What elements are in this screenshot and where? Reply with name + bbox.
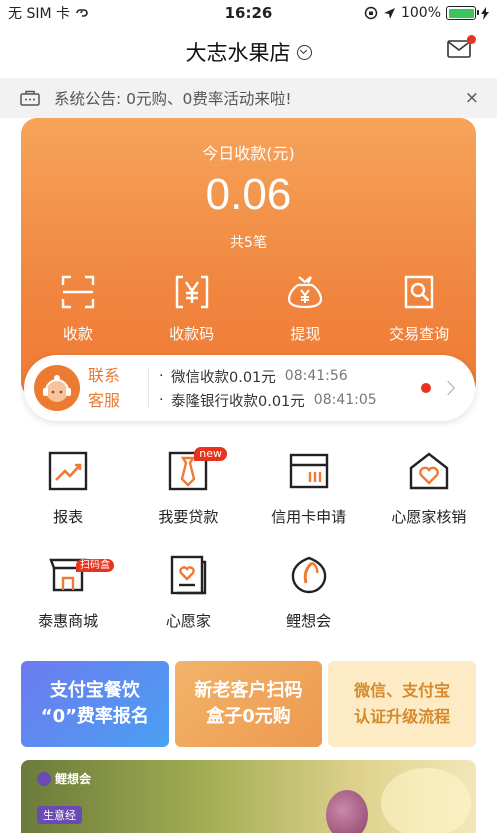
- banner-scan-box[interactable]: 新老客户扫码 盒子0元购: [174, 661, 323, 747]
- unread-badge: [467, 35, 476, 44]
- payment-code-label: 收款码: [169, 325, 215, 343]
- grid-item-empty: [369, 554, 489, 658]
- grid-item-label: 我要贷款: [158, 508, 219, 526]
- payment-code-button[interactable]: 收款码: [135, 273, 249, 344]
- close-icon[interactable]: ×: [465, 88, 479, 108]
- promo-banners: 支付宝餐饮 “0”费率报名 新老客户扫码 盒子0元购 微信、支付宝 认证升级流程: [21, 661, 477, 747]
- new-indicator-dot: [421, 383, 431, 393]
- credit-card-icon: [289, 453, 328, 489]
- title-bar: 大志水果店: [0, 26, 497, 78]
- banner-line: 新老客户扫码: [194, 680, 303, 701]
- grid-item-label: 心愿家核销: [391, 508, 467, 526]
- collect-label: 收款: [62, 325, 93, 343]
- contact-service-line1: 联系: [88, 366, 121, 385]
- money-bag-icon: [288, 276, 323, 309]
- feed-item-time: 08:41:56: [284, 368, 348, 384]
- grid-item-label: 报表: [53, 508, 84, 526]
- today-amount: 0.06: [205, 170, 292, 219]
- status-left: 无 SIM 卡: [8, 3, 168, 23]
- grid-item-credit-card[interactable]: 信用卡申请: [249, 450, 369, 554]
- battery-icon: [446, 6, 479, 20]
- heart-house-icon: [409, 452, 449, 490]
- grid-item-label: 鲤想会: [286, 612, 332, 630]
- yen-code-icon: [175, 275, 208, 309]
- banner-line: 认证升级流程: [354, 707, 451, 726]
- store-switcher[interactable]: 大志水果店: [186, 37, 312, 67]
- carrier-text: 无 SIM 卡: [8, 6, 70, 22]
- promo-brand-text: 鲤想会: [55, 772, 92, 786]
- chart-trend-icon: [48, 451, 88, 491]
- banner-line: 支付宝餐饮: [49, 680, 140, 701]
- promo-flower-image: [326, 790, 368, 833]
- bullet: ·: [159, 368, 164, 384]
- bullet: ·: [159, 392, 164, 408]
- today-collection-label: 今日收款(元): [202, 144, 295, 163]
- grid-item-wish-verify[interactable]: 心愿家核销: [369, 450, 489, 554]
- service-avatar-icon[interactable]: [34, 365, 80, 411]
- withdraw-button[interactable]: 提现: [249, 273, 363, 344]
- store-name: 大志水果店: [185, 41, 291, 65]
- grid-item-label: 心愿家: [165, 612, 211, 630]
- banner-line: 盒子0元购: [206, 706, 291, 727]
- grid-item-loan[interactable]: new 我要贷款: [128, 447, 248, 554]
- brand-logo-icon: [37, 771, 51, 786]
- status-time: 16:26: [224, 4, 273, 22]
- status-bar: 无 SIM 卡 16:26 100%: [0, 0, 497, 26]
- battery-percent: 100%: [400, 5, 441, 21]
- fish-leaf-icon: [291, 556, 326, 594]
- service-feed-bar[interactable]: 联系 客服 · 微信收款0.01元 08:41:56 · 泰隆银行收款0.01元…: [24, 355, 475, 421]
- mail-button[interactable]: [447, 35, 476, 58]
- banner-line: “0”费率报名: [40, 706, 149, 727]
- banner-verification-upgrade[interactable]: 微信、支付宝 认证升级流程: [328, 661, 477, 747]
- banner-line: 微信、支付宝: [354, 681, 451, 700]
- recent-transactions[interactable]: · 微信收款0.01元 08:41:56 · 泰隆银行收款0.01元 08:41…: [159, 364, 421, 412]
- transaction-query-button[interactable]: 交易查询: [362, 273, 476, 344]
- status-right: 100%: [329, 5, 489, 21]
- contact-service-line2: 客服: [88, 391, 121, 410]
- location-arrow-icon: [383, 7, 395, 19]
- grid-item-label: 信用卡申请: [271, 508, 347, 526]
- grid-item-report[interactable]: 报表: [8, 450, 128, 554]
- banner-alipay-zero-fee[interactable]: 支付宝餐饮 “0”费率报名: [21, 661, 169, 747]
- grid-row: 报表 new 我要贷款 信用卡申请 心愿家核销: [8, 447, 489, 554]
- grid-item-label: 泰惠商城: [38, 612, 99, 630]
- feed-item-text: 微信收款0.01元: [171, 369, 276, 386]
- withdraw-label: 提现: [290, 325, 321, 343]
- charging-bolt-icon: [481, 6, 489, 20]
- feed-item: · 微信收款0.01元 08:41:56: [159, 364, 421, 388]
- notice-text: 系统公告: 0元购、0费率活动来啦!: [54, 90, 292, 108]
- grid-item-mall[interactable]: 扫码盒 泰惠商城: [8, 554, 128, 658]
- scan-frame-icon: [61, 275, 95, 309]
- link-icon: [76, 9, 88, 17]
- transaction-query-label: 交易查询: [389, 325, 450, 343]
- quick-actions: 收款 收款码 提现 交易查询: [21, 273, 476, 344]
- feed-item: · 泰隆银行收款0.01元 08:41:05: [159, 388, 421, 412]
- promo-tag: 生意经: [37, 806, 82, 824]
- grid-row: 扫码盒 泰惠商城 心愿家 鲤想会: [8, 554, 489, 658]
- document-search-icon: [404, 275, 434, 309]
- heart-book-icon: [171, 555, 207, 595]
- contact-service-button[interactable]: 联系 客服: [88, 363, 138, 413]
- feature-grid: 报表 new 我要贷款 信用卡申请 心愿家核销 扫码盒 泰惠商城 心愿家 鲤想会: [8, 447, 489, 658]
- transaction-count: 共5笔: [230, 235, 267, 251]
- chevron-down-icon: [296, 44, 312, 60]
- collect-button[interactable]: 收款: [21, 273, 135, 344]
- scan-box-badge: 扫码盒: [76, 559, 114, 572]
- promo-image-banner[interactable]: 鲤想会 生意经: [21, 760, 476, 833]
- grid-item-wish-home[interactable]: 心愿家: [128, 554, 248, 658]
- grid-item-carp-club[interactable]: 鲤想会: [249, 554, 369, 658]
- system-notice[interactable]: 系统公告: 0元购、0费率活动来啦! ×: [0, 78, 497, 118]
- feed-item-text: 泰隆银行收款0.01元: [171, 393, 305, 410]
- notice-icon: [20, 90, 40, 106]
- feed-item-time: 08:41:05: [313, 392, 377, 408]
- promo-brand: 鲤想会: [37, 770, 91, 787]
- promo-leaf-decoration: [381, 768, 471, 833]
- chevron-right-icon[interactable]: [440, 380, 456, 396]
- divider: [148, 368, 149, 408]
- orientation-lock-icon: [364, 6, 378, 20]
- new-badge: new: [194, 447, 227, 461]
